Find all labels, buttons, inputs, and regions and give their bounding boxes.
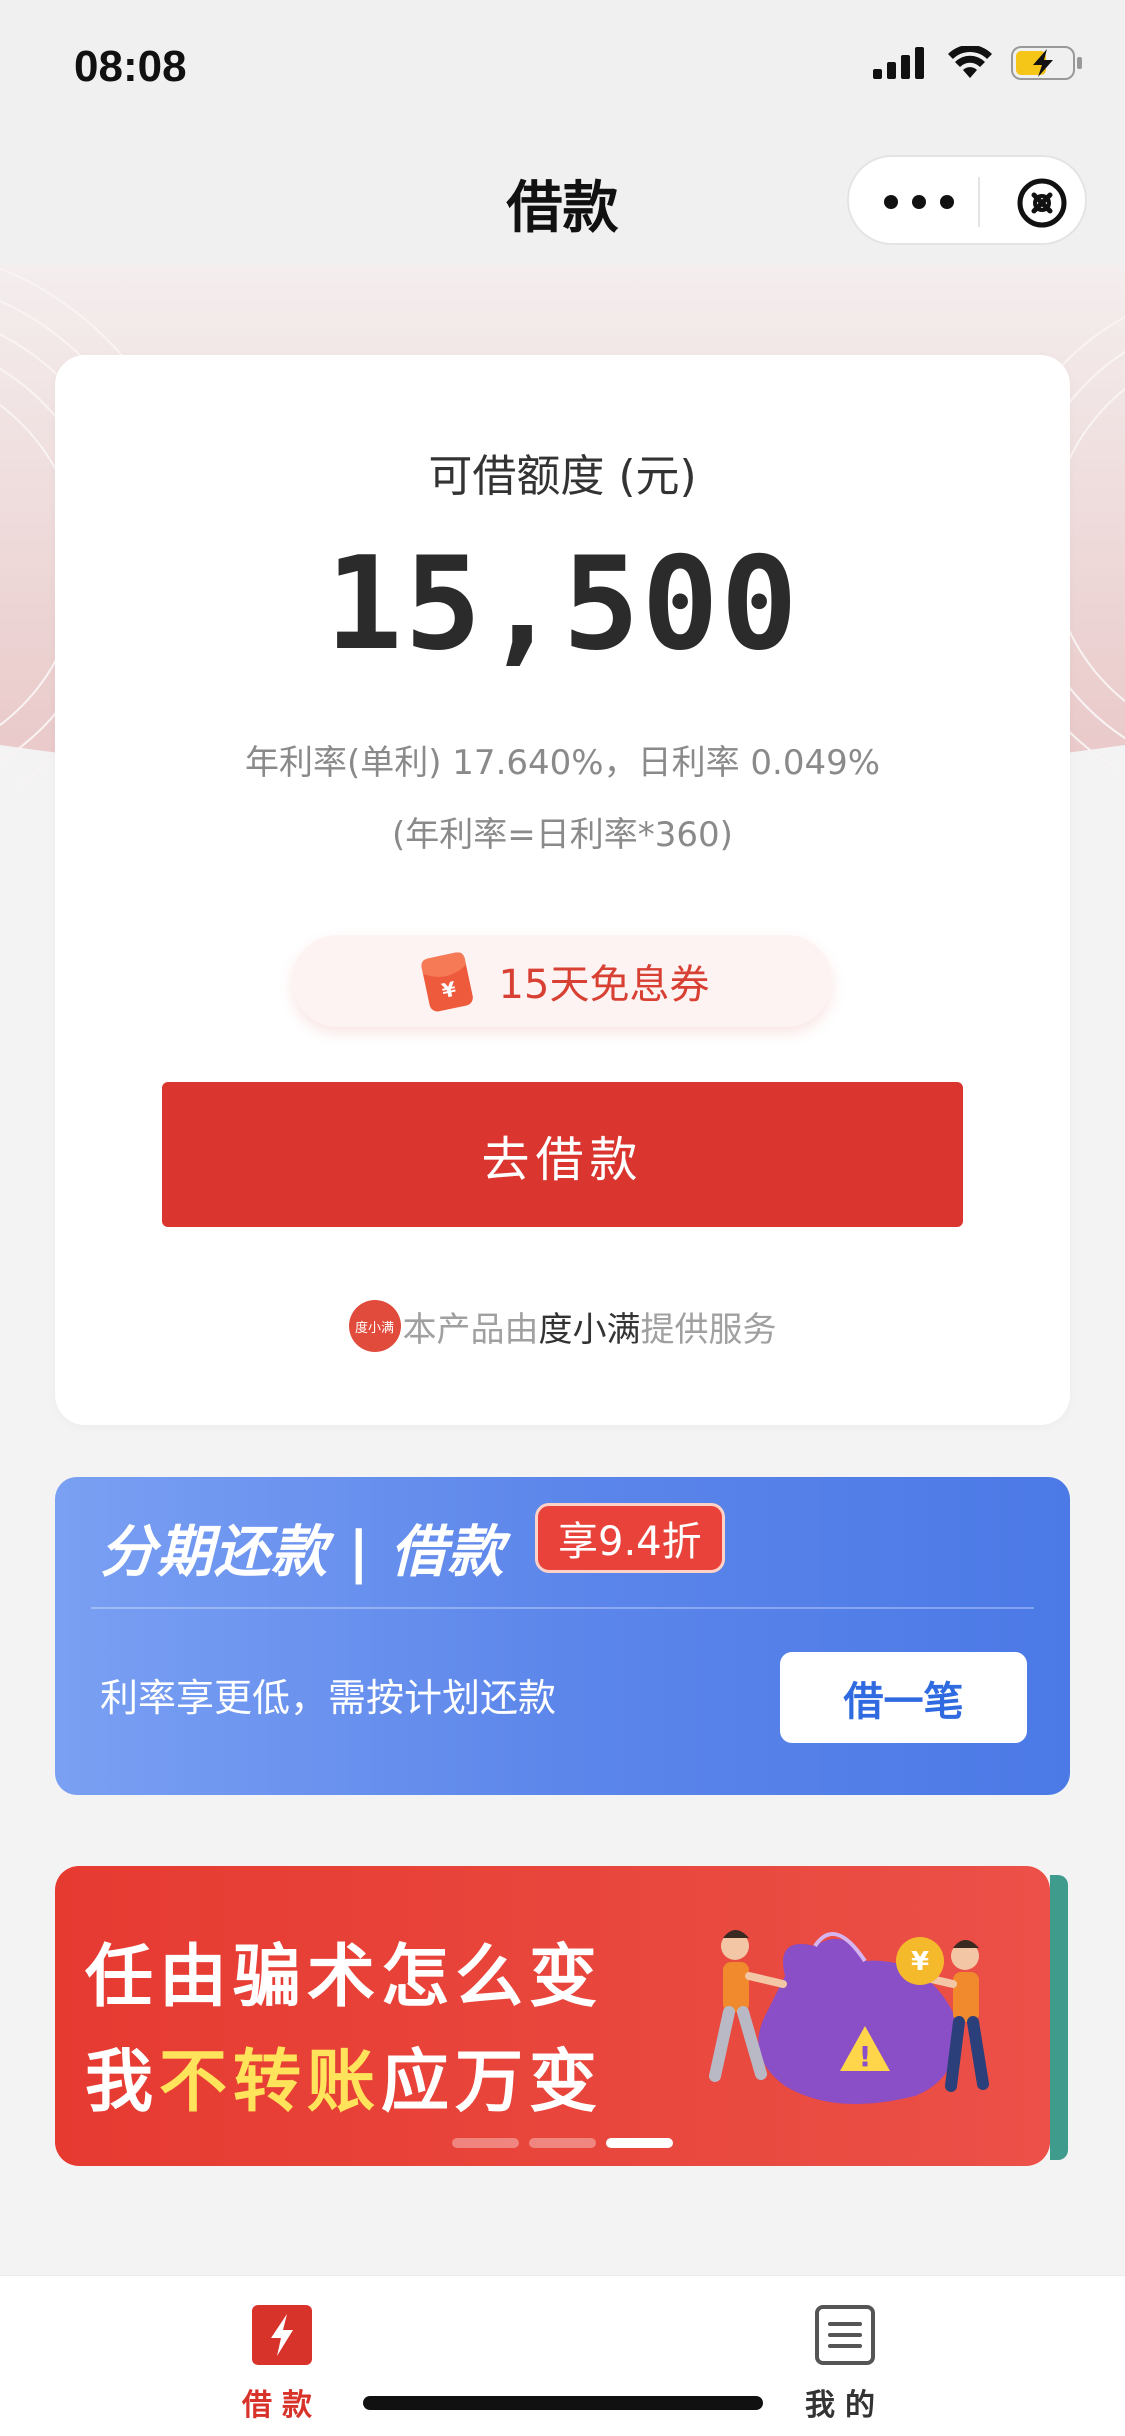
- carousel-dot[interactable]: [452, 2138, 519, 2148]
- tab-borrow[interactable]: 借款: [182, 2304, 382, 2424]
- credit-limit-amount: 15,500: [325, 530, 800, 679]
- borrow-one-button[interactable]: 借一笔: [780, 1652, 1027, 1743]
- list-icon: [815, 2305, 875, 2365]
- installment-title: 分期还款 | 借款: [100, 1520, 505, 1585]
- discount-badge: 享9.4折: [535, 1503, 725, 1573]
- installment-description: 利率享更低，需按计划还款: [100, 1676, 557, 1720]
- close-icon[interactable]: [1016, 177, 1068, 229]
- provider-prefix: 本产品由: [402, 1309, 539, 1350]
- carousel-indicator: [452, 2138, 673, 2148]
- lightning-icon: [252, 2305, 312, 2365]
- signal-icon: [873, 47, 924, 79]
- interest-rate-text: 年利率(单利) 17.640%，日利率 0.049%: [244, 743, 881, 783]
- more-icon[interactable]: [879, 190, 959, 214]
- status-bar: 08:08: [0, 0, 1125, 135]
- borrow-button[interactable]: 去借款: [162, 1082, 963, 1227]
- home-indicator[interactable]: [363, 2396, 763, 2410]
- red-envelope-icon: ¥: [421, 952, 473, 1012]
- nav-bar: 借款: [0, 135, 1125, 265]
- tab-mine-label: 我的: [805, 2388, 885, 2423]
- coupon-label: 15天免息券: [498, 962, 710, 1008]
- installment-card[interactable]: 分期还款 | 借款 享9.4折 利率享更低，需按计划还款 借一笔: [55, 1477, 1070, 1795]
- tab-bar: 借款 我的: [0, 2275, 1125, 2436]
- status-time: 08:08: [74, 42, 187, 91]
- tab-mine[interactable]: 我的: [745, 2304, 945, 2424]
- miniprogram-capsule: [847, 155, 1087, 245]
- banner-line-1: 任由骗术怎么变: [85, 1938, 604, 2017]
- anti-fraud-banner[interactable]: 任由骗术怎么变 我不转账应万变 ! ¥: [55, 1866, 1050, 2166]
- credit-card: 可借额度 (元) 15,500 年利率(单利) 17.640%，日利率 0.04…: [55, 355, 1070, 1425]
- rate-formula-text: (年利率=日利率*360): [392, 815, 733, 855]
- carousel-dot[interactable]: [529, 2138, 596, 2148]
- provider-note: 度小满 本产品由 度小满 提供服务: [55, 1300, 1070, 1352]
- provider-name: 度小满: [538, 1309, 641, 1350]
- carousel-dot-active[interactable]: [606, 2138, 673, 2148]
- banner-line-2-prefix: 我: [85, 2043, 160, 2122]
- status-icons: [873, 46, 1083, 80]
- credit-limit-label: 可借额度 (元): [428, 451, 697, 502]
- installment-divider: [91, 1607, 1034, 1609]
- battery-charging-icon: [1011, 46, 1082, 80]
- wifi-icon: [948, 46, 992, 78]
- capsule-divider: [978, 177, 980, 227]
- fraud-illustration: ! ¥: [709, 1930, 989, 2104]
- provider-suffix: 提供服务: [640, 1309, 777, 1350]
- banner-line-2: 我不转账应万变: [85, 2026, 603, 2125]
- interest-free-coupon[interactable]: ¥ 15天免息券: [292, 935, 832, 1027]
- tab-borrow-label: 借款: [242, 2388, 322, 2423]
- next-banner-edge: [1050, 1875, 1068, 2160]
- svg-text:!: !: [859, 2040, 872, 2073]
- svg-text:¥: ¥: [911, 1947, 929, 1977]
- banner-line-2-highlight: 不转账: [159, 2043, 382, 2122]
- banner-line-2-suffix: 应万变: [381, 2043, 604, 2122]
- provider-logo: 度小满: [348, 1300, 401, 1352]
